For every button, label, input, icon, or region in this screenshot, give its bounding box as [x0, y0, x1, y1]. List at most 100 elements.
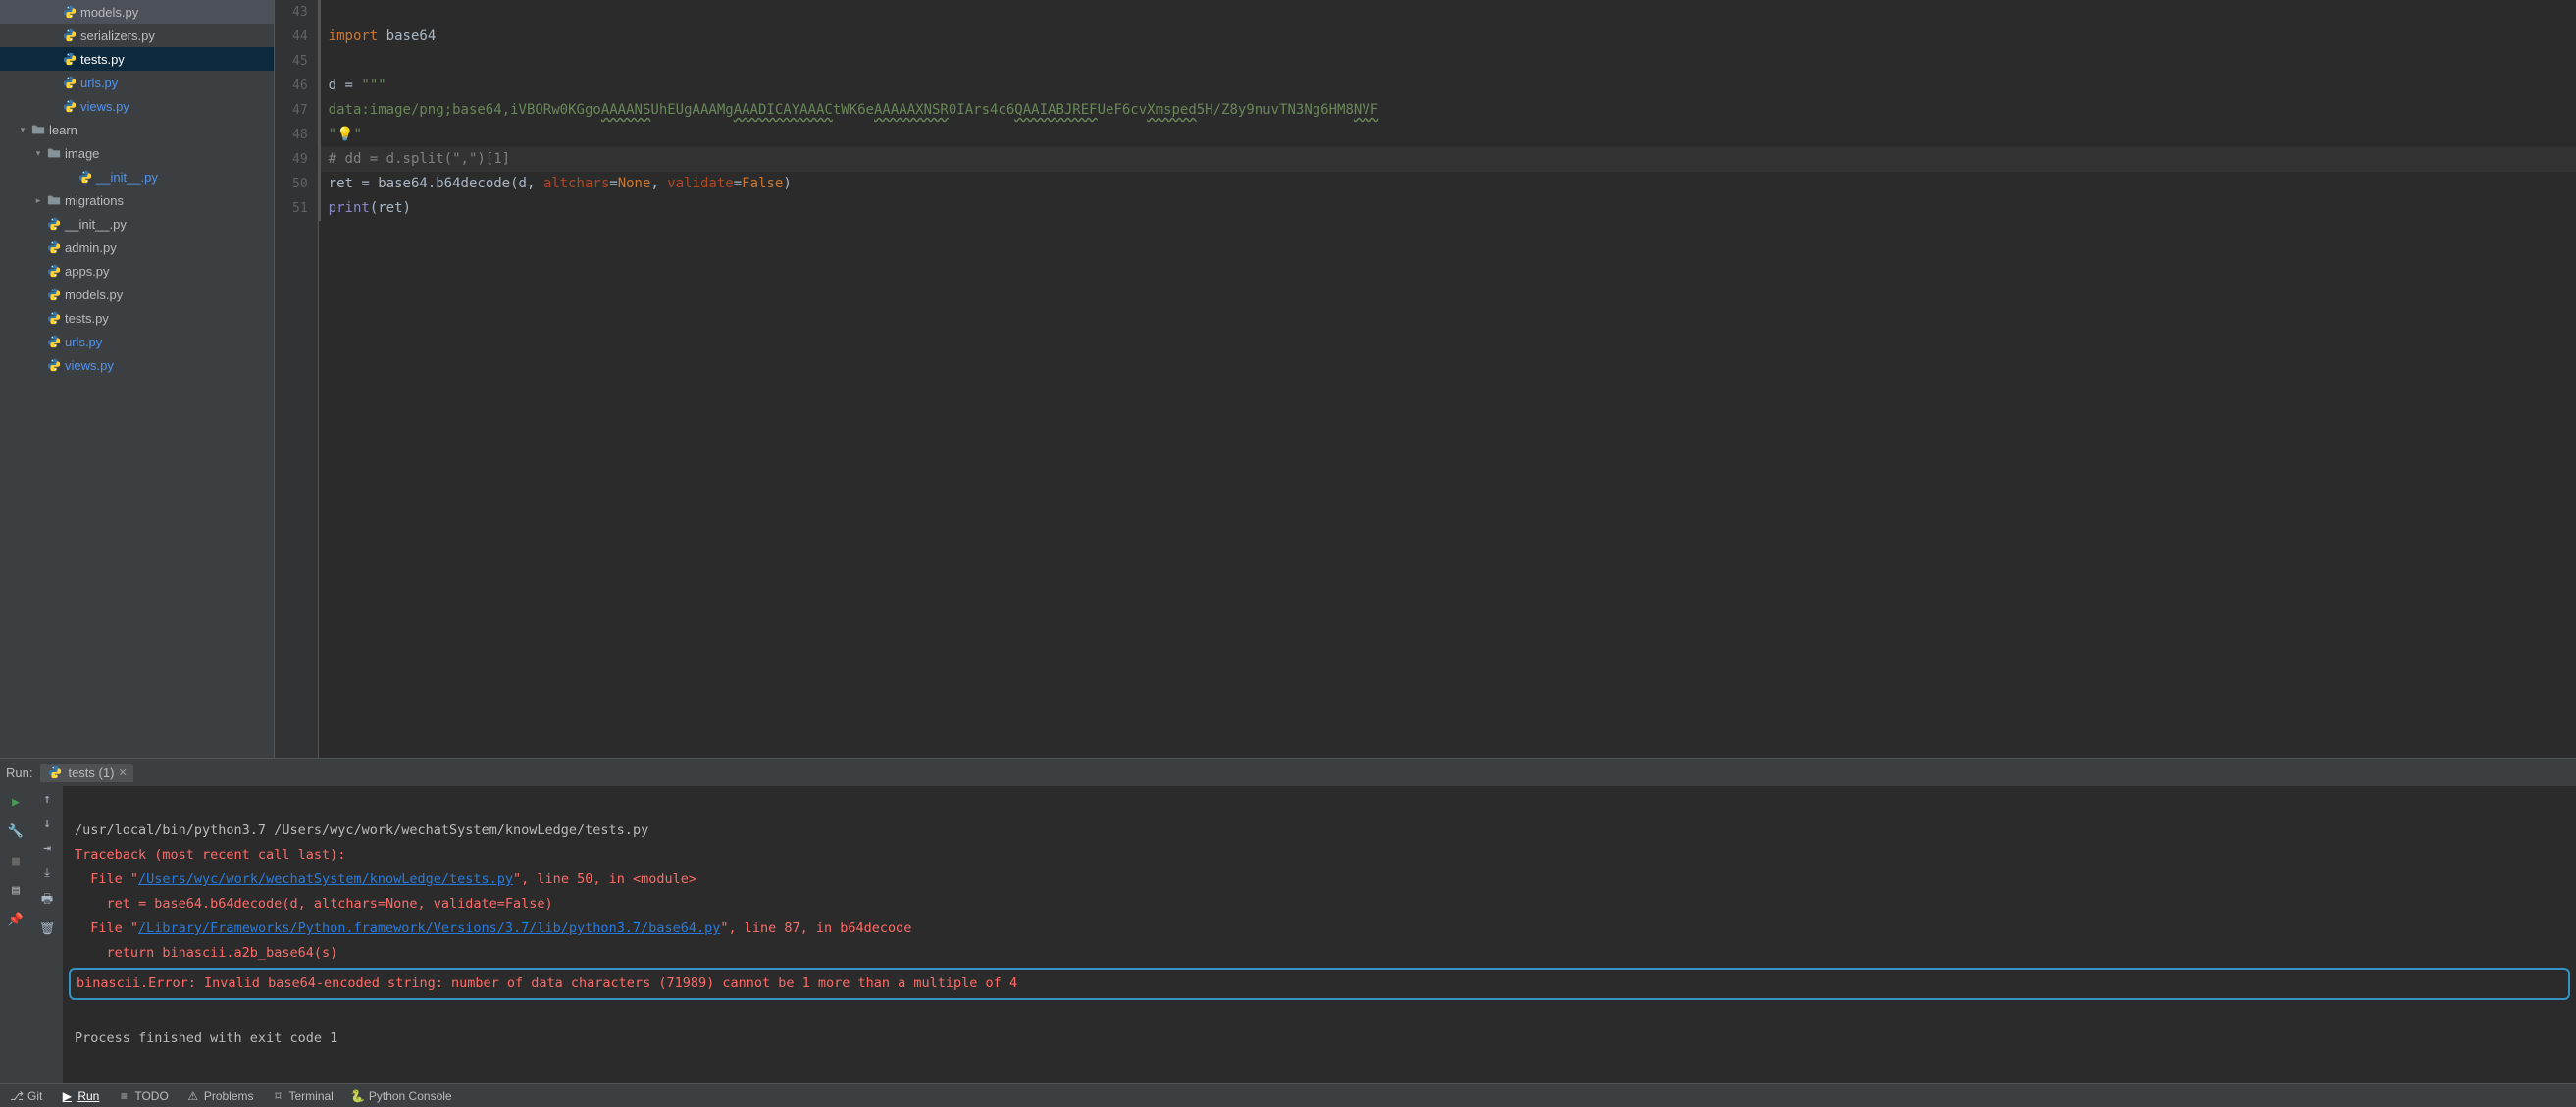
tree-item-migrations[interactable]: migrations: [0, 188, 274, 212]
tree-item-views-py[interactable]: views.py: [0, 94, 274, 118]
toolwindow-python-console[interactable]: 🐍 Python Console: [351, 1089, 452, 1103]
line-number: 50: [292, 172, 308, 196]
editor-code-area[interactable]: import base64 d = """data:image/png;base…: [319, 0, 2576, 758]
chevron-right-icon[interactable]: [31, 195, 45, 206]
code-line[interactable]: # dd = d.split(",")[1]: [319, 147, 2576, 172]
chevron-down-icon[interactable]: [31, 148, 45, 159]
project-tree[interactable]: models.py serializers.py tests.py urls.py vi…: [0, 0, 275, 758]
traceback-frame-1: File "/Users/wyc/work/wechatSystem/knowL…: [75, 871, 696, 887]
tree-item-apps-py[interactable]: apps.py: [0, 259, 274, 283]
run-tab[interactable]: tests (1) ✕: [40, 764, 132, 782]
toolwindow-terminal[interactable]: ⌑Terminal: [272, 1089, 334, 1103]
traceback-header: Traceback (most recent call last):: [75, 847, 345, 863]
chevron-down-icon[interactable]: [16, 125, 29, 135]
scroll-to-end-icon[interactable]: ⤓: [44, 866, 50, 880]
error-line: binascii.Error: Invalid base64-encoded s…: [77, 975, 1017, 991]
play-icon: ▶: [60, 1089, 74, 1103]
traceback-code-1: ret = base64.b64decode(d, altchars=None,…: [75, 896, 553, 912]
soft-wrap-icon[interactable]: ⇥: [43, 841, 51, 856]
tree-item-label: learn: [49, 123, 77, 137]
run-body: ▶ 🔧 ■ ▤ 📌 ↑ ↓ ⇥ ⤓ 🖶 🗑 /usr/local/bin/pyt…: [0, 786, 2576, 1083]
traceback-code-2: return binascii.a2b_base64(s): [75, 945, 337, 961]
stop-button[interactable]: ■: [6, 851, 26, 870]
tree-item-models-py[interactable]: models.py: [0, 0, 274, 24]
wrench-icon[interactable]: 🔧: [6, 821, 26, 841]
python-file-icon: [77, 170, 94, 184]
tree-item-serializers-py[interactable]: serializers.py: [0, 24, 274, 47]
app-root: models.py serializers.py tests.py urls.py vi…: [0, 0, 2576, 1107]
toolwindow-problems[interactable]: ⚠Problems: [186, 1089, 254, 1103]
console-cmd: /usr/local/bin/python3.7 /Users/wyc/work…: [75, 822, 648, 838]
code-line[interactable]: d = """: [319, 74, 2576, 98]
print-icon[interactable]: 🖶: [41, 890, 53, 912]
tree-item-label: admin.py: [65, 240, 117, 255]
code-line[interactable]: "💡": [319, 123, 2576, 147]
traceback-frame-2: File "/Library/Frameworks/Python.framewo…: [75, 921, 911, 936]
tree-item-label: __init__.py: [96, 170, 158, 184]
toolwindow-run[interactable]: ▶Run: [60, 1089, 99, 1103]
line-number: 47: [292, 98, 308, 123]
toolwindow-todo[interactable]: ≡TODO: [117, 1089, 168, 1103]
code-line[interactable]: ret = base64.b64decode(d, altchars=None,…: [319, 172, 2576, 196]
folder-icon: [45, 193, 63, 207]
line-number: 49: [292, 147, 308, 172]
up-arrow-icon[interactable]: ↑: [43, 792, 51, 807]
code-line[interactable]: import base64: [319, 25, 2576, 49]
tree-item-label: serializers.py: [80, 28, 155, 43]
trash-icon[interactable]: 🗑: [39, 922, 56, 936]
python-file-icon: [61, 52, 78, 66]
tree-item-label: tests.py: [65, 311, 109, 326]
tree-item-label: urls.py: [65, 335, 102, 349]
layout-icon[interactable]: ▤: [6, 880, 26, 900]
folder-icon: [29, 123, 47, 136]
tree-item-models-py[interactable]: models.py: [0, 283, 274, 306]
code-line[interactable]: data:image/png;base64,iVBORw0KGgoAAAANSU…: [319, 98, 2576, 123]
tree-item-urls-py[interactable]: urls.py: [0, 71, 274, 94]
exit-line: Process finished with exit code 1: [75, 1030, 337, 1046]
tree-item-__init__-py[interactable]: __init__.py: [0, 212, 274, 236]
python-icon: 🐍: [351, 1089, 365, 1103]
line-number: 51: [292, 196, 308, 221]
console-output[interactable]: /usr/local/bin/python3.7 /Users/wyc/work…: [63, 786, 2576, 1083]
tree-item-views-py[interactable]: views.py: [0, 353, 274, 377]
tree-item-label: models.py: [65, 288, 123, 302]
pin-icon[interactable]: 📌: [6, 910, 26, 929]
tree-item-label: image: [65, 146, 99, 161]
python-file-icon: [61, 5, 78, 19]
code-line[interactable]: [319, 49, 2576, 74]
rerun-button[interactable]: ▶: [6, 792, 26, 812]
toolwindow-label: Python Console: [369, 1089, 452, 1103]
bottom-tool-bar: ⎇Git ▶Run ≡TODO ⚠Problems ⌑Terminal 🐍 Python C…: [0, 1083, 2576, 1107]
traceback-link-2[interactable]: /Library/Frameworks/Python.framework/Ver…: [138, 921, 720, 936]
line-number: 45: [292, 49, 308, 74]
error-highlight-box: binascii.Error: Invalid base64-encoded s…: [69, 968, 2570, 1000]
git-icon: ⎇: [10, 1089, 24, 1103]
tree-item-learn[interactable]: learn: [0, 118, 274, 141]
traceback-link-1[interactable]: /Users/wyc/work/wechatSystem/knowLedge/t…: [138, 871, 513, 887]
run-tab-label: tests (1): [68, 765, 114, 780]
code-line[interactable]: [319, 0, 2576, 25]
code-line[interactable]: print(ret): [319, 196, 2576, 221]
tree-item-admin-py[interactable]: admin.py: [0, 236, 274, 259]
terminal-icon: ⌑: [272, 1089, 285, 1103]
line-number: 48: [292, 123, 308, 147]
tree-item-urls-py[interactable]: urls.py: [0, 330, 274, 353]
python-file-icon: [46, 765, 64, 779]
run-toolbar-left: ▶ 🔧 ■ ▤ 📌: [0, 786, 31, 1083]
code-editor[interactable]: 434445464748495051 import base64 d = """…: [275, 0, 2576, 758]
tree-item-tests-py[interactable]: tests.py: [0, 47, 274, 71]
editor-gutter: 434445464748495051: [275, 0, 319, 758]
main-area: models.py serializers.py tests.py urls.py vi…: [0, 0, 2576, 758]
tree-item-label: apps.py: [65, 264, 110, 279]
tree-item-label: models.py: [80, 5, 138, 20]
tree-item-label: views.py: [80, 99, 129, 114]
close-icon[interactable]: ✕: [118, 766, 127, 779]
tree-item-label: tests.py: [80, 52, 125, 67]
down-arrow-icon[interactable]: ↓: [43, 817, 51, 831]
tree-item-image[interactable]: image: [0, 141, 274, 165]
toolwindow-label: TODO: [134, 1089, 168, 1103]
tree-item-__init__-py[interactable]: __init__.py: [0, 165, 274, 188]
tree-item-tests-py[interactable]: tests.py: [0, 306, 274, 330]
toolwindow-git[interactable]: ⎇Git: [10, 1089, 42, 1103]
toolwindow-label: Git: [27, 1089, 42, 1103]
